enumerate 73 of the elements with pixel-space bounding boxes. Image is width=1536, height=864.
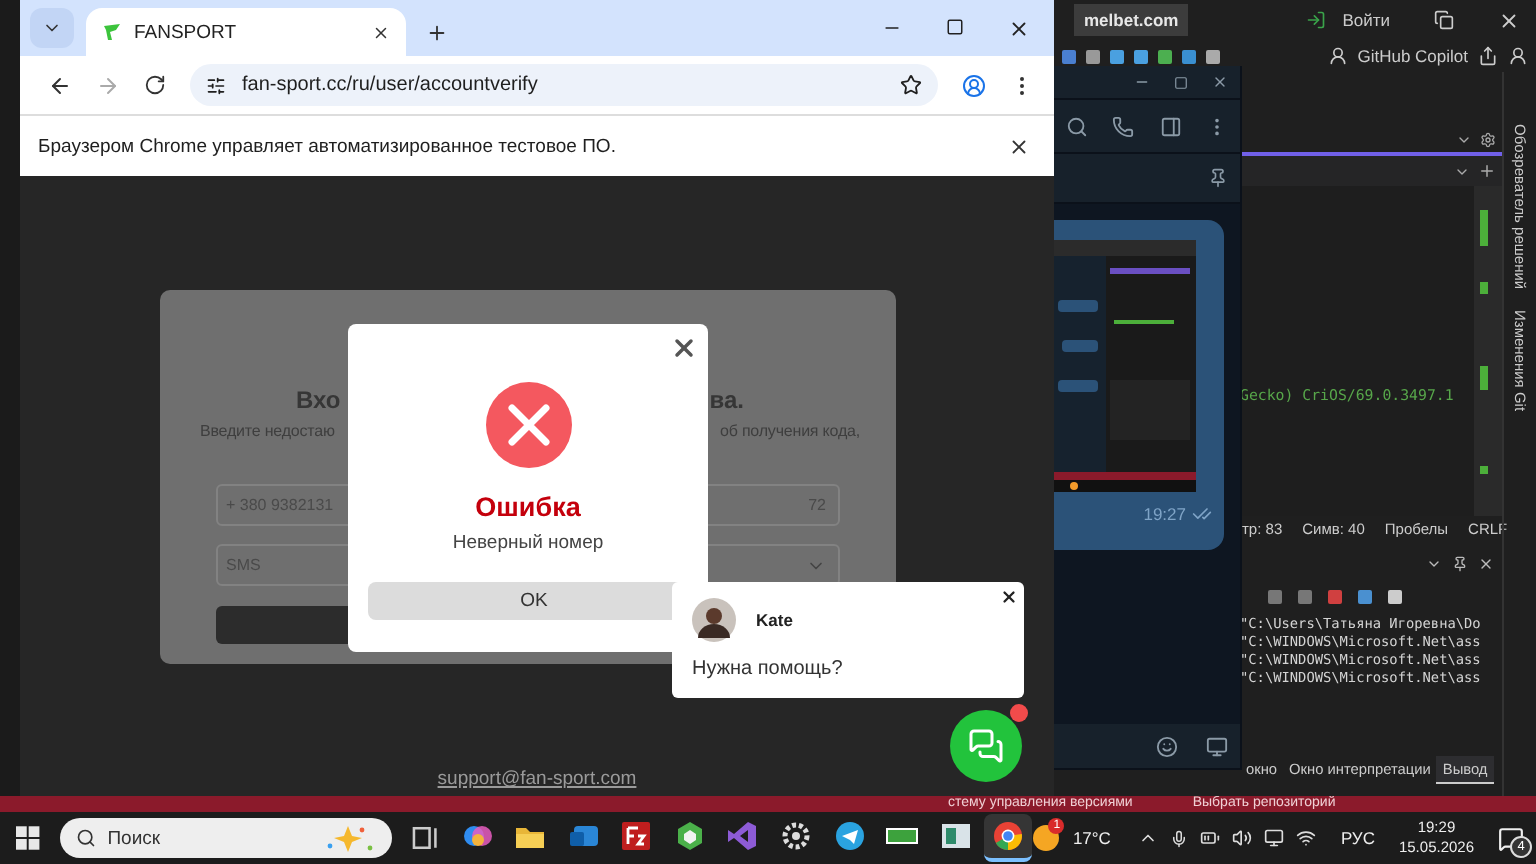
display-icon[interactable] — [1264, 828, 1285, 848]
form-title: Вхо — [296, 386, 341, 414]
agent-name: Kate — [756, 610, 793, 630]
sidebar-icon[interactable] — [1159, 115, 1182, 137]
caret-icon[interactable] — [1426, 556, 1442, 572]
support-link[interactable]: support@fan-sport.com — [437, 768, 637, 790]
ribbon-icon — [726, 820, 759, 852]
browser-tab[interactable]: FANSPORT — [86, 8, 406, 56]
paper-plane-icon — [833, 820, 866, 852]
microphone-icon[interactable] — [1170, 829, 1189, 847]
settings-icon[interactable] — [1480, 132, 1496, 148]
wifi-icon[interactable] — [1296, 828, 1317, 848]
sign-in-icon — [1306, 10, 1327, 30]
form-title: ва. — [709, 386, 744, 414]
reload-button[interactable] — [144, 74, 166, 96]
close-button[interactable] — [670, 334, 698, 362]
dialog-message: Неверный номер — [452, 532, 604, 554]
add-icon[interactable] — [1478, 162, 1496, 180]
window-icon — [939, 820, 972, 852]
close-icon[interactable] — [1008, 17, 1030, 39]
error-icon — [485, 382, 571, 468]
scrollbar[interactable] — [1474, 186, 1502, 516]
close-infobar-button[interactable] — [1008, 135, 1030, 157]
solution-tab[interactable]: melbet.com — [1074, 4, 1189, 36]
pin-icon[interactable] — [1208, 168, 1228, 188]
gear-icon — [780, 820, 813, 852]
maximize-icon[interactable] — [946, 17, 964, 35]
tab-title: FANSPORT — [134, 21, 239, 43]
emoji-icon[interactable] — [1156, 735, 1178, 757]
search-icon[interactable] — [1066, 115, 1088, 137]
circle-logo-icon — [992, 820, 1025, 852]
phone-icon[interactable] — [1112, 115, 1135, 137]
site-settings-icon[interactable] — [206, 75, 226, 95]
tile-icon — [620, 820, 653, 852]
sign-in-link[interactable]: Войти — [1342, 10, 1390, 30]
pin-icon[interactable] — [1452, 556, 1468, 572]
bookmark-icon[interactable] — [900, 74, 922, 96]
dialog-title: Ошибка — [475, 492, 581, 522]
language-indicator[interactable]: РУС — [1340, 828, 1375, 848]
sun-icon — [1032, 824, 1061, 852]
share-icon[interactable] — [1478, 46, 1498, 66]
message-time: 19:27 — [1143, 504, 1186, 524]
taskbar-button[interactable] — [984, 814, 1033, 862]
sparkle-icon — [323, 824, 376, 852]
address-bar[interactable]: fan-sport.cc/ru/user/accountverify — [190, 64, 938, 106]
toolbar-icon[interactable] — [1388, 589, 1402, 603]
close-icon[interactable] — [1498, 9, 1520, 31]
toolbar-icon[interactable] — [1358, 589, 1372, 603]
account-icon[interactable] — [1508, 46, 1528, 66]
back-button[interactable] — [48, 73, 72, 97]
start-icon[interactable] — [16, 826, 40, 850]
copilot-button[interactable]: GitHub Copilot — [1357, 46, 1468, 66]
cube-icon — [673, 820, 706, 852]
battery-icon[interactable] — [1200, 828, 1221, 848]
envelope-icon — [567, 820, 600, 852]
close-icon[interactable] — [1478, 556, 1494, 572]
close-button[interactable] — [1000, 588, 1018, 606]
new-tab-button[interactable] — [426, 22, 448, 44]
swirl-icon — [461, 820, 493, 852]
volume-icon[interactable] — [1232, 828, 1253, 848]
close-tab-button[interactable] — [372, 23, 390, 41]
search-icon — [75, 828, 96, 848]
profile-button[interactable] — [962, 73, 986, 97]
infobar-message: Браузером Chrome управляет автоматизированное тестовое ПО. — [38, 135, 616, 157]
chat-bubbles-icon — [968, 728, 1004, 764]
logo-icon — [102, 22, 122, 42]
avatar — [692, 598, 736, 642]
chat-button[interactable] — [950, 710, 1022, 782]
close-icon[interactable] — [1212, 74, 1228, 90]
restore-icon[interactable] — [1434, 10, 1454, 30]
search-field[interactable]: Поиск — [59, 818, 392, 858]
chat-message: Нужна помощь? — [692, 658, 845, 680]
task-view-icon[interactable] — [411, 824, 439, 852]
